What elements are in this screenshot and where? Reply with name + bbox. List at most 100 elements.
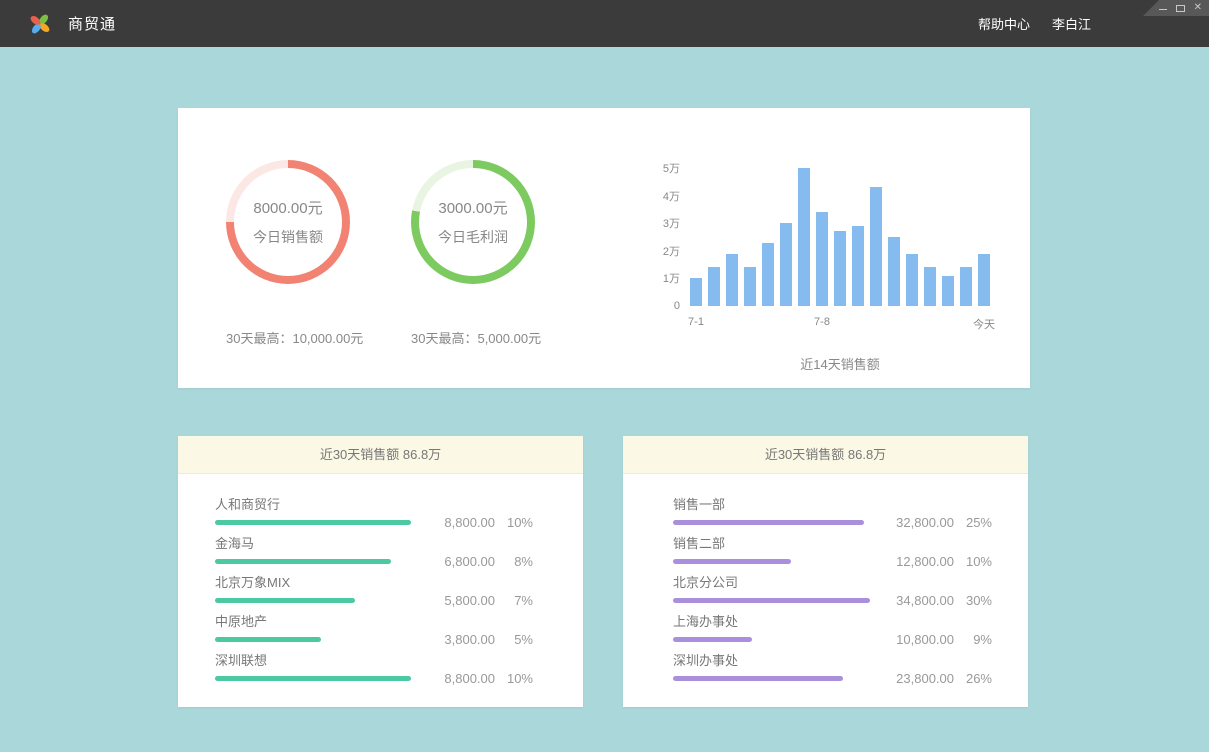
ranking-row-name: 人和商贸行 (215, 496, 533, 513)
customer-ranking-card: 近30天销售额 86.8万 人和商贸行8,800.0010%金海马6,800.0… (178, 436, 583, 707)
ranking-row-name: 中原地产 (215, 613, 533, 630)
close-icon[interactable]: ✕ (1194, 3, 1202, 13)
today-sales-max: 30天最高：10,000.00元 (226, 328, 350, 347)
chart-y-axis: 5万4万3万2万1万0 (648, 168, 680, 306)
maximize-icon[interactable] (1176, 5, 1184, 12)
overview-card: 8000.00元 今日销售额 30天最高：10,000.00元 3000.00元… (178, 108, 1030, 388)
department-ranking-rows: 销售一部32,800.0025%销售二部12,800.0010%北京分公司34,… (623, 474, 1028, 707)
y-tick-label: 5万 (663, 160, 680, 176)
ranking-row: 北京万象MIX5,800.007% (215, 574, 533, 603)
ranking-row-percent: 7% (495, 593, 533, 608)
ranking-row-percent: 10% (495, 671, 533, 686)
ranking-row: 金海马6,800.008% (215, 535, 533, 564)
today-profit-max: 30天最高：5,000.00元 (411, 328, 535, 347)
ranking-row-amount: 8,800.00 (421, 671, 495, 686)
sales-bar (960, 267, 972, 306)
ranking-row: 北京分公司34,800.0030% (673, 574, 992, 603)
department-ranking-card: 近30天销售额 86.8万 销售一部32,800.0025%销售二部12,800… (623, 436, 1028, 707)
y-tick-label: 2万 (663, 243, 680, 259)
window-controls: ✕ (1143, 0, 1209, 16)
ranking-section: 近30天销售额 86.8万 人和商贸行8,800.0010%金海马6,800.0… (178, 436, 1209, 707)
today-profit-value: 3000.00元 (438, 197, 507, 218)
ranking-row-amount: 6,800.00 (421, 554, 495, 569)
ranking-row-bar (215, 637, 321, 642)
sales-bar (726, 254, 738, 306)
app-title: 商贸通 (68, 13, 116, 34)
sales-bar (762, 243, 774, 306)
ranking-row-percent: 10% (495, 515, 533, 530)
customer-ranking-rows: 人和商贸行8,800.0010%金海马6,800.008%北京万象MIX5,80… (178, 474, 583, 707)
minimize-icon[interactable] (1159, 9, 1167, 10)
sales-bar (744, 267, 756, 306)
y-tick-label: 3万 (663, 215, 680, 231)
sales-bars (690, 168, 990, 306)
ranking-row-values: 3,800.005% (421, 632, 533, 647)
ranking-row-values: 10,800.009% (880, 632, 992, 647)
ranking-row: 上海办事处10,800.009% (673, 613, 992, 642)
sales-bar (870, 187, 882, 306)
ranking-row-amount: 3,800.00 (421, 632, 495, 647)
sales-bar (942, 276, 954, 306)
ranking-row-percent: 8% (495, 554, 533, 569)
x-tick-label: 今天 (973, 316, 995, 332)
x-tick-label: 7-1 (688, 316, 704, 328)
y-tick-label: 1万 (663, 270, 680, 286)
ranking-row-values: 32,800.0025% (880, 515, 992, 530)
ranking-row-name: 上海办事处 (673, 613, 992, 630)
chart-x-axis: 7-17-8今天 (690, 316, 990, 332)
titlebar: 商贸通 帮助中心 李白江 ✕ (0, 0, 1209, 47)
sales-bar (690, 278, 702, 306)
ranking-row-bar (215, 676, 411, 681)
ranking-row-amount: 8,800.00 (421, 515, 495, 530)
ranking-row: 深圳办事处23,800.0026% (673, 652, 992, 681)
ranking-row-percent: 30% (954, 593, 992, 608)
ranking-row-percent: 10% (954, 554, 992, 569)
ranking-row-percent: 9% (954, 632, 992, 647)
sales-bar (780, 223, 792, 306)
user-name-link[interactable]: 李白江 (1052, 14, 1091, 33)
ranking-row-values: 6,800.008% (421, 554, 533, 569)
ranking-row-values: 8,800.0010% (421, 515, 533, 530)
ranking-row-name: 深圳办事处 (673, 652, 992, 669)
ranking-row-percent: 5% (495, 632, 533, 647)
ranking-row: 销售一部32,800.0025% (673, 496, 992, 525)
department-ranking-title: 近30天销售额 86.8万 (623, 436, 1028, 474)
sales-bar (708, 267, 720, 306)
today-sales-label: 今日销售额 (253, 227, 323, 247)
app-logo-icon (28, 12, 52, 36)
ranking-row-bar (673, 598, 870, 603)
sales-bar (852, 226, 864, 306)
sales-bar (798, 168, 810, 306)
ranking-row-name: 金海马 (215, 535, 533, 552)
ranking-row-percent: 26% (954, 671, 992, 686)
ranking-row-bar (673, 520, 864, 525)
sales-bar (816, 212, 828, 306)
sales-bar (888, 237, 900, 306)
today-sales-value: 8000.00元 (253, 197, 322, 218)
ranking-row-name: 北京万象MIX (215, 574, 533, 591)
ranking-row: 销售二部12,800.0010% (673, 535, 992, 564)
sales-bar-chart: 5万4万3万2万1万0 7-17-8今天 近14天销售额 (648, 138, 990, 388)
x-tick-label: 7-8 (814, 316, 830, 328)
customer-ranking-title: 近30天销售额 86.8万 (178, 436, 583, 474)
ranking-row-name: 北京分公司 (673, 574, 992, 591)
ranking-row-bar (673, 676, 843, 681)
sales-bar (978, 254, 990, 306)
ranking-row-amount: 12,800.00 (880, 554, 954, 569)
chart-caption: 近14天销售额 (690, 354, 990, 373)
ranking-row-amount: 10,800.00 (880, 632, 954, 647)
help-center-link[interactable]: 帮助中心 (978, 14, 1030, 33)
ranking-row: 中原地产3,800.005% (215, 613, 533, 642)
ranking-row-values: 5,800.007% (421, 593, 533, 608)
sales-bar (834, 231, 846, 306)
ranking-row-values: 34,800.0030% (880, 593, 992, 608)
ranking-row-bar (215, 598, 355, 603)
gauges: 8000.00元 今日销售额 30天最高：10,000.00元 3000.00元… (226, 138, 535, 388)
today-profit-gauge: 3000.00元 今日毛利润 30天最高：5,000.00元 (411, 138, 535, 388)
y-tick-label: 0 (674, 300, 680, 312)
ranking-row-name: 销售二部 (673, 535, 992, 552)
ranking-row-name: 深圳联想 (215, 652, 533, 669)
ranking-row-values: 23,800.0026% (880, 671, 992, 686)
ranking-row-amount: 23,800.00 (880, 671, 954, 686)
today-profit-label: 今日毛利润 (438, 227, 508, 247)
